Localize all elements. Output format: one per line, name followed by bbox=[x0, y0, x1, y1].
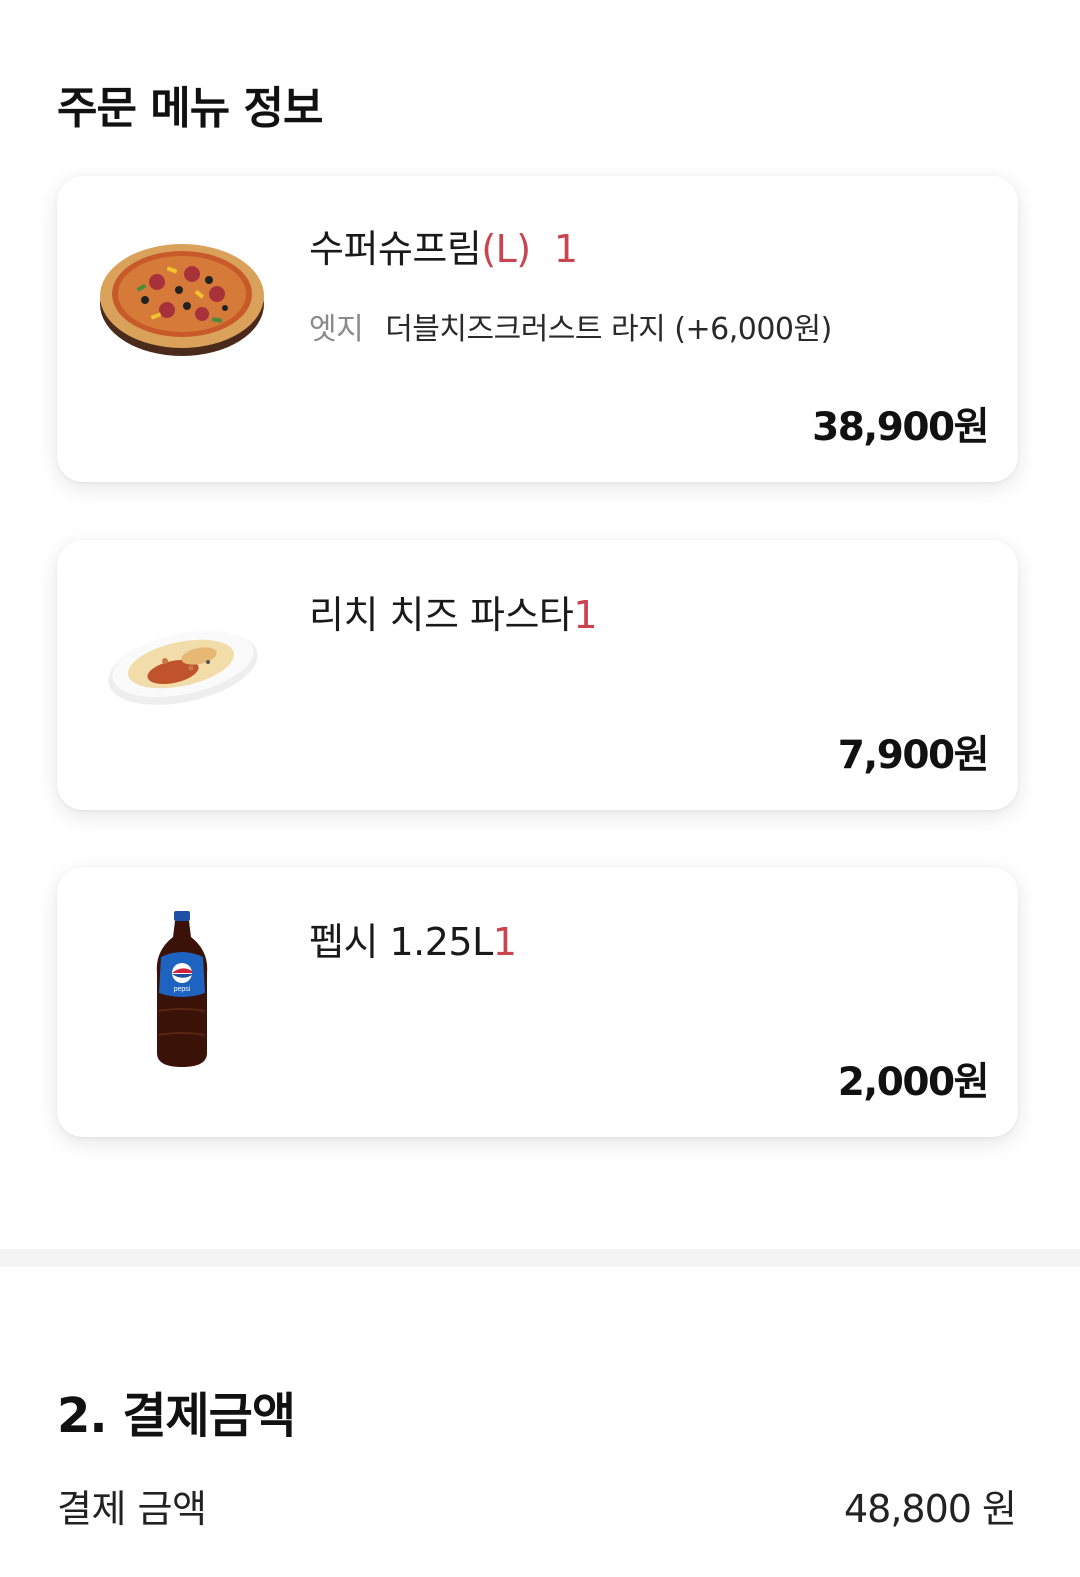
item-quantity: 1 bbox=[492, 920, 517, 964]
order-item-card[interactable]: 리치 치즈 파스타1 7,900원 bbox=[57, 540, 1018, 810]
payment-amount-label: 결제 금액 bbox=[57, 1487, 207, 1531]
item-name-text: 펩시 1.25L bbox=[309, 920, 493, 964]
pepsi-bottle-image: pepsi bbox=[156, 911, 208, 1067]
item-quantity: 1 bbox=[573, 593, 598, 637]
section-divider bbox=[0, 1249, 1080, 1267]
pizza-image bbox=[100, 244, 264, 356]
item-name-text: 리치 치즈 파스타 bbox=[309, 593, 574, 637]
pasta-image bbox=[108, 631, 258, 705]
option-value: 더블치즈크러스트 라지 (+6,000원) bbox=[385, 312, 832, 347]
order-item-card[interactable]: pepsi 펩시 1.25L1 2,000원 bbox=[57, 867, 1018, 1137]
option-label: 엣지 bbox=[309, 312, 364, 347]
order-menu-title: 주문 메뉴 정보 bbox=[57, 83, 324, 134]
item-name-text: 수퍼슈프림 bbox=[309, 227, 482, 271]
item-name: 리치 치즈 파스타1 bbox=[309, 584, 598, 639]
order-summary-page: 주문 메뉴 정보 수퍼슈프림(L) 1 엣지 더블치즈크러스트 라지 (+6,0… bbox=[0, 0, 1080, 1577]
item-size: (L) bbox=[481, 227, 531, 271]
item-quantity: 1 bbox=[553, 227, 578, 271]
item-option: 엣지 더블치즈크러스트 라지 (+6,000원) bbox=[309, 304, 832, 348]
payment-amount-value: 48,800 원 bbox=[843, 1487, 1017, 1531]
item-price: 38,900원 bbox=[812, 405, 989, 450]
item-name: 펩시 1.25L1 bbox=[309, 911, 517, 966]
payment-section-title: 2. 결제금액 bbox=[57, 1388, 296, 1444]
item-price: 7,900원 bbox=[837, 733, 990, 778]
order-item-card[interactable]: 수퍼슈프림(L) 1 엣지 더블치즈크러스트 라지 (+6,000원) 38,90… bbox=[57, 176, 1018, 482]
item-price: 2,000원 bbox=[837, 1060, 990, 1105]
item-name: 수퍼슈프림(L) 1 bbox=[309, 218, 578, 273]
bottle-label: pepsi bbox=[174, 986, 191, 993]
